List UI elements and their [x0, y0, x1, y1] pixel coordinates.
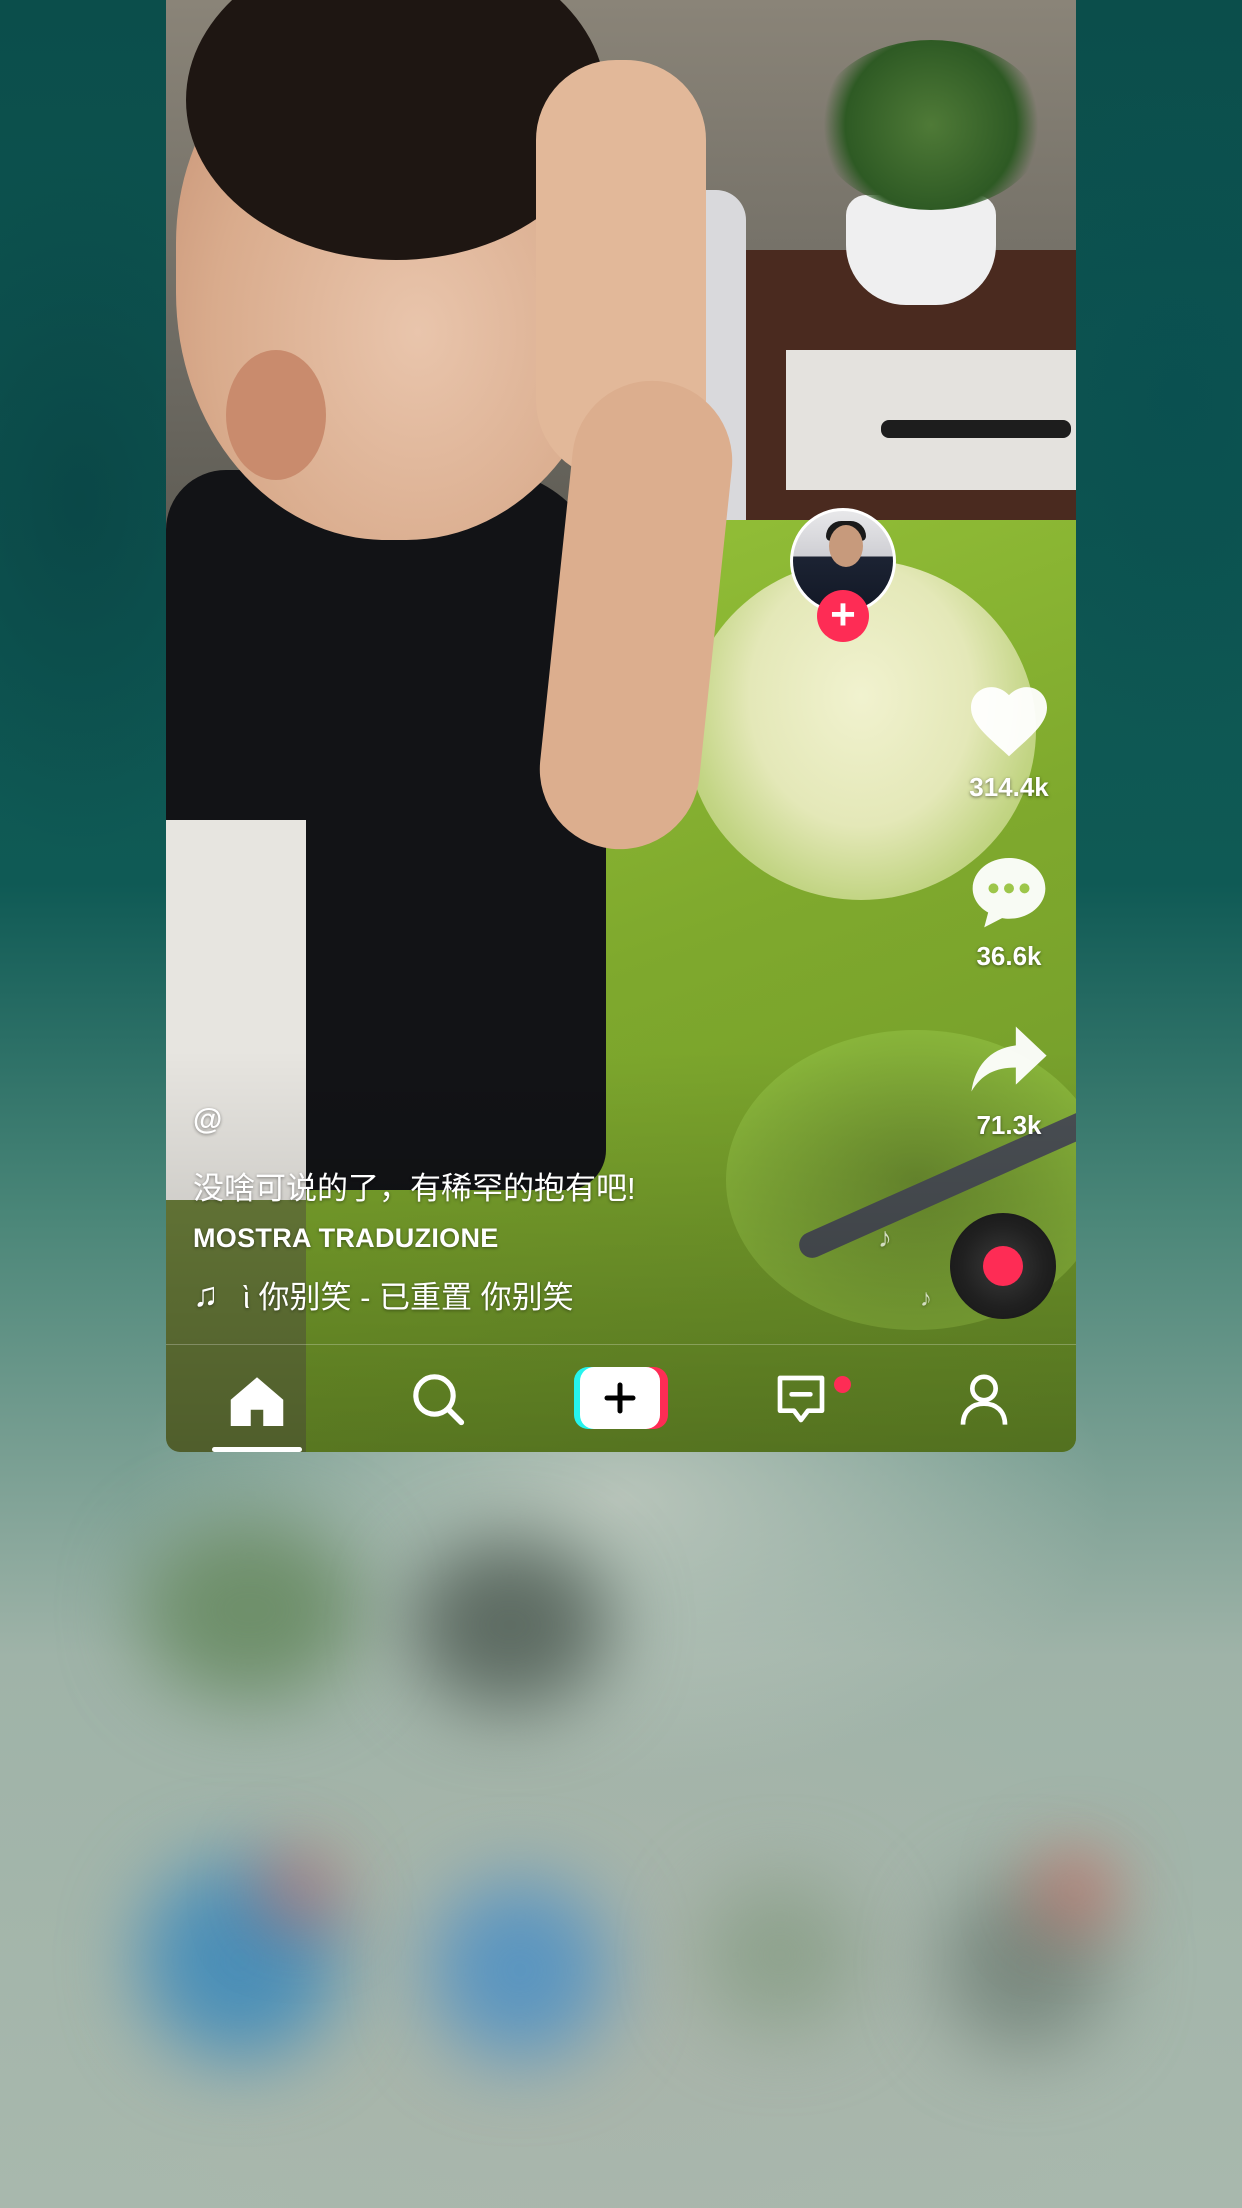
video-caption: 没啥可说的了，有稀罕的抱有吧!: [193, 1171, 636, 1206]
comment-button[interactable]: [963, 853, 1055, 934]
follow-button[interactable]: +: [817, 590, 869, 642]
music-note-float-icon: ♪: [878, 1222, 892, 1253]
share-button[interactable]: [963, 1023, 1055, 1100]
message-icon: [777, 1375, 825, 1423]
heart-icon: [971, 687, 1047, 757]
inbox-badge: [834, 1376, 851, 1393]
creator-username[interactable]: @: [193, 1103, 222, 1137]
active-tab-indicator: [212, 1447, 302, 1452]
music-note-float-icon: ♪: [920, 1285, 932, 1312]
nav-home[interactable]: [227, 1371, 287, 1431]
home-icon: [230, 1377, 284, 1426]
comment-count: 36.6k: [976, 941, 1042, 971]
nav-inbox[interactable]: [773, 1371, 833, 1431]
sound-cover-icon: [983, 1246, 1023, 1286]
music-disc[interactable]: [950, 1213, 1056, 1319]
music-title: ὶ 你别笑 - 已重置 你别笑: [243, 1280, 574, 1315]
search-icon: [413, 1374, 465, 1426]
like-count: 314.4k: [969, 772, 1049, 802]
nav-discover[interactable]: [410, 1371, 470, 1431]
create-button[interactable]: [574, 1367, 668, 1429]
like-button[interactable]: [963, 682, 1055, 763]
comment-icon: [972, 857, 1046, 928]
plus-icon: [574, 1367, 668, 1429]
share-count: 71.3k: [976, 1110, 1042, 1140]
music-marquee[interactable]: ὶ 你别笑 - 已重置 你别笑: [243, 1272, 643, 1320]
show-translation-button[interactable]: MOSTRA TRADUZIONE: [193, 1223, 499, 1254]
share-icon: [971, 1026, 1047, 1092]
music-icon: ♫: [193, 1276, 219, 1314]
nav-profile[interactable]: [956, 1371, 1016, 1431]
person-icon: [960, 1374, 1008, 1425]
